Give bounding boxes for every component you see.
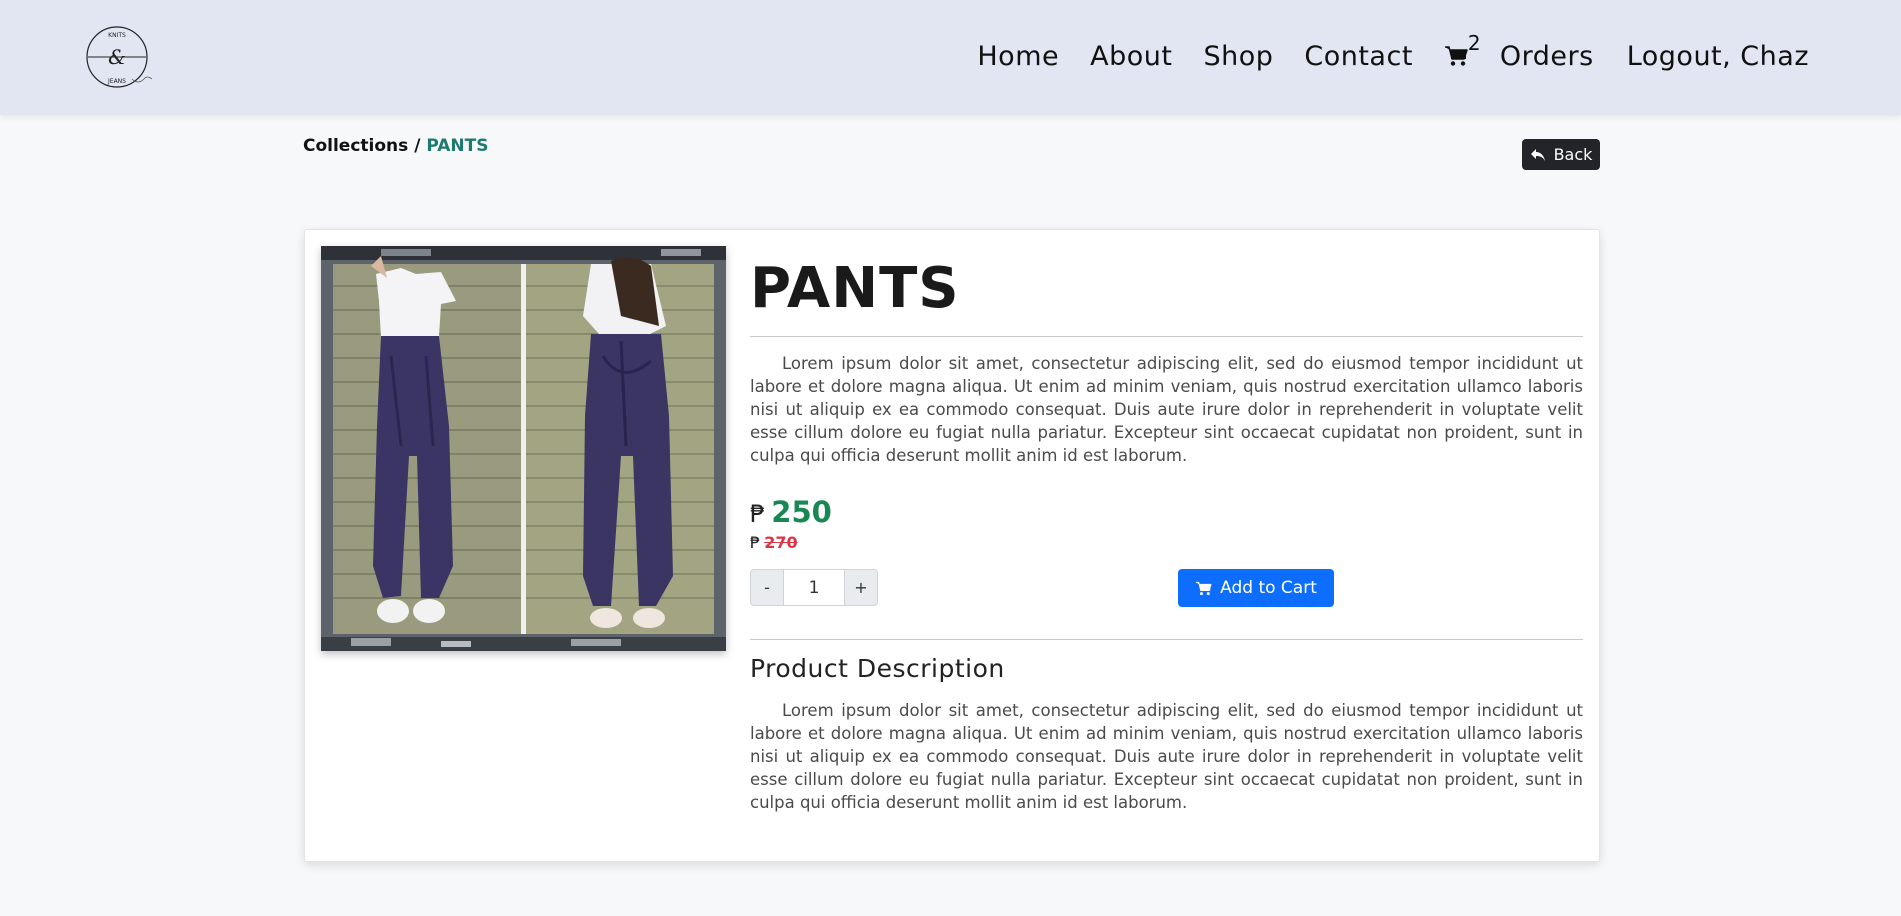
breadcrumb-current: PANTS: [426, 136, 489, 156]
nav-shop[interactable]: Shop: [1203, 41, 1273, 72]
product-card: PANTS Lorem ipsum dolor sit amet, consec…: [304, 229, 1600, 862]
price: ₱ 250: [750, 495, 832, 529]
nav-logout[interactable]: Logout, Chaz: [1627, 41, 1809, 72]
nav-links: Home About Shop Contact 2 Orders Logout,…: [977, 31, 1809, 76]
product-description: Lorem ipsum dolor sit amet, consectetur …: [750, 701, 1583, 812]
divider: [750, 639, 1583, 640]
breadcrumb-separator: /: [408, 136, 427, 156]
nav-home[interactable]: Home: [977, 41, 1059, 72]
breadcrumb-parent[interactable]: Collections: [303, 136, 408, 156]
quantity-input[interactable]: [784, 569, 844, 606]
quantity-stepper: - +: [750, 569, 878, 606]
cart-count-badge: 2: [1467, 30, 1482, 55]
svg-text:JEANS: JEANS: [107, 78, 126, 85]
current-price: 250: [771, 495, 832, 529]
logo-icon[interactable]: KNITS JEANS &: [84, 24, 156, 90]
nav-contact[interactable]: Contact: [1304, 41, 1413, 72]
increment-button[interactable]: +: [844, 569, 878, 606]
nav-cart[interactable]: 2 Orders: [1444, 31, 1596, 72]
back-arrow-icon: [1530, 148, 1545, 161]
product-title: PANTS: [750, 256, 960, 321]
description-heading: Product Description: [750, 654, 1005, 683]
product-intro: Lorem ipsum dolor sit amet, consectetur …: [750, 354, 1583, 465]
nav-orders[interactable]: Orders: [1500, 41, 1594, 72]
decrement-button[interactable]: -: [750, 569, 784, 606]
cart-icon: [1444, 46, 1468, 66]
back-button[interactable]: Back: [1522, 139, 1600, 170]
divider: [750, 336, 1583, 337]
product-image: [321, 246, 726, 651]
back-label: Back: [1553, 145, 1593, 164]
add-to-cart-label: Add to Cart: [1220, 578, 1317, 598]
old-price: ₱ 270: [750, 533, 798, 552]
svg-text:&: &: [108, 45, 126, 69]
currency-symbol: ₱: [750, 500, 766, 528]
add-cart-icon: [1196, 581, 1212, 595]
original-price: 270: [764, 533, 798, 552]
breadcrumb: Collections / PANTS: [303, 136, 488, 156]
navbar: KNITS JEANS & Home About Shop Contact 2 …: [0, 0, 1901, 115]
old-currency-symbol: ₱: [750, 533, 761, 552]
add-to-cart-button[interactable]: Add to Cart: [1178, 569, 1334, 607]
svg-text:KNITS: KNITS: [108, 32, 126, 39]
nav-about[interactable]: About: [1090, 41, 1172, 72]
